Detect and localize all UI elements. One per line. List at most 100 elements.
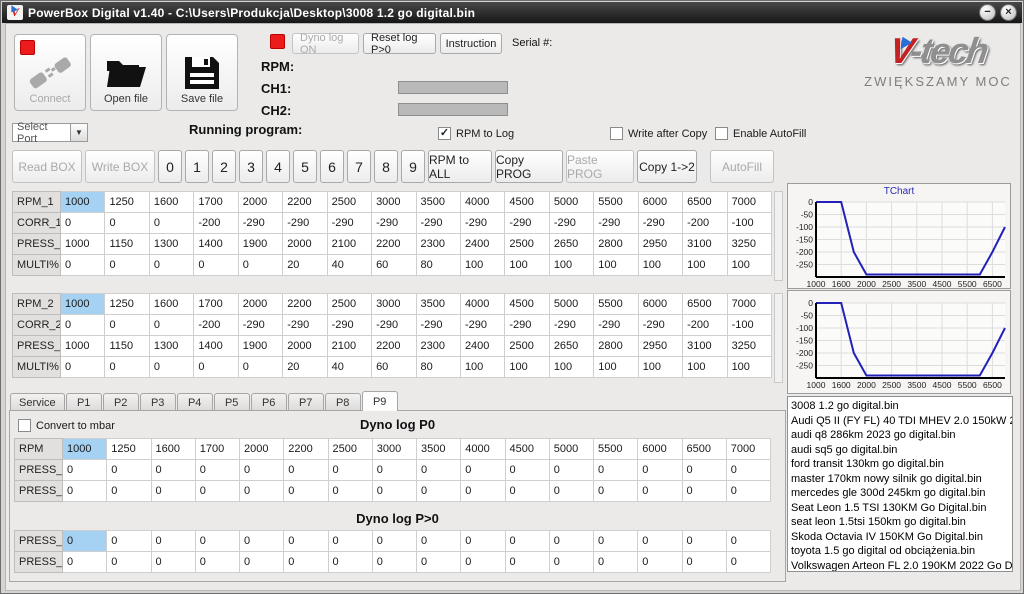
cell-corr_2-12[interactable]: -290 [594, 315, 638, 336]
cell-press_2-5[interactable]: 0 [284, 552, 328, 573]
cell-corr_1-3[interactable]: -200 [194, 213, 238, 234]
cell-press_1-4[interactable]: 0 [240, 460, 284, 481]
cell-rpm-6[interactable]: 2500 [328, 439, 372, 460]
cell-rpm-8[interactable]: 3500 [417, 439, 461, 460]
select-port-dropdown[interactable]: Select Port ▼ [12, 123, 88, 142]
cell-multi%-11[interactable]: 100 [549, 357, 593, 378]
file-list-item[interactable]: ford transit 130km go digital.bin [791, 457, 1012, 472]
cell-press_2-11[interactable]: 0 [549, 481, 593, 502]
cell-rpm-13[interactable]: 6000 [638, 439, 682, 460]
cell-press_2-3[interactable]: 0 [195, 552, 239, 573]
digit-button-8[interactable]: 8 [374, 150, 398, 183]
file-list-item[interactable]: Volkswagen Arteon FL 2.0 190KM 2022 Go D… [791, 559, 1012, 573]
cell-press_1-1[interactable]: 0 [107, 460, 151, 481]
cell-press_1-10[interactable]: 2500 [505, 234, 549, 255]
cell-press_1-4[interactable]: 0 [240, 531, 284, 552]
file-list-item[interactable]: Seat Leon 1.5 TSI 130KM Go Digital.bin [791, 501, 1012, 516]
cell-press_1-9[interactable]: 0 [461, 460, 505, 481]
cell-corr_2-4[interactable]: -290 [238, 315, 282, 336]
dyno-log-on-button[interactable]: Dyno log ON [292, 33, 359, 54]
cell-corr_1-2[interactable]: 0 [149, 213, 193, 234]
cell-rpm-3[interactable]: 1700 [195, 439, 239, 460]
cell-corr_1-9[interactable]: -290 [460, 213, 504, 234]
write-after-copy-checkbox[interactable]: Write after Copy [610, 127, 707, 140]
cell-press_2-4[interactable]: 1900 [238, 336, 282, 357]
cell-press_1-6[interactable]: 2100 [327, 234, 371, 255]
cell-press_2-0[interactable]: 0 [63, 481, 107, 502]
digit-button-3[interactable]: 3 [239, 150, 263, 183]
cell-corr_1-12[interactable]: -290 [594, 213, 638, 234]
cell-press_1-13[interactable]: 0 [638, 460, 682, 481]
cell-multi%-0[interactable]: 0 [61, 357, 105, 378]
cell-multi%-0[interactable]: 0 [61, 255, 105, 276]
cell-corr_2-3[interactable]: -200 [194, 315, 238, 336]
digit-button-0[interactable]: 0 [158, 150, 182, 183]
cell-press_2-2[interactable]: 1300 [149, 336, 193, 357]
cell-corr_2-1[interactable]: 0 [105, 315, 149, 336]
cell-rpm_2-4[interactable]: 2000 [238, 294, 282, 315]
cell-press_1-8[interactable]: 2300 [416, 234, 460, 255]
cell-press_2-12[interactable]: 0 [594, 481, 638, 502]
cell-press_1-6[interactable]: 0 [328, 460, 372, 481]
cell-press_1-12[interactable]: 2800 [594, 234, 638, 255]
cell-press_2-4[interactable]: 0 [240, 552, 284, 573]
cell-press_1-15[interactable]: 3250 [727, 234, 771, 255]
read-box-button[interactable]: Read BOX [12, 150, 82, 183]
cell-press_2-8[interactable]: 0 [417, 552, 461, 573]
cell-press_1-2[interactable]: 0 [151, 531, 195, 552]
file-list-item[interactable]: mercedes gle 300d 245km go digital.bin [791, 486, 1012, 501]
cell-corr_1-14[interactable]: -200 [683, 213, 727, 234]
cell-multi%-7[interactable]: 60 [372, 357, 416, 378]
cell-multi%-4[interactable]: 0 [238, 357, 282, 378]
cell-press_1-11[interactable]: 0 [549, 531, 593, 552]
cell-press_2-15[interactable]: 0 [726, 552, 770, 573]
cell-rpm_2-12[interactable]: 5500 [594, 294, 638, 315]
cell-rpm-7[interactable]: 3000 [372, 439, 416, 460]
cell-press_1-10[interactable]: 0 [505, 531, 549, 552]
tab-p4[interactable]: P4 [177, 393, 213, 411]
cell-corr_2-14[interactable]: -200 [683, 315, 727, 336]
cell-multi%-1[interactable]: 0 [105, 357, 149, 378]
cell-press_2-7[interactable]: 0 [372, 552, 416, 573]
cell-press_1-12[interactable]: 0 [594, 531, 638, 552]
cell-press_2-5[interactable]: 2000 [283, 336, 327, 357]
cell-press_2-0[interactable]: 1000 [61, 336, 105, 357]
table2-scrollbar[interactable] [774, 293, 783, 383]
cell-press_2-8[interactable]: 0 [417, 481, 461, 502]
cell-rpm_2-15[interactable]: 7000 [727, 294, 771, 315]
paste-prog-button[interactable]: Paste PROG [566, 150, 634, 183]
cell-rpm_1-5[interactable]: 2200 [283, 192, 327, 213]
file-list-item[interactable]: master 170km nowy silnik go digital.bin [791, 472, 1012, 487]
cell-rpm_1-9[interactable]: 4000 [460, 192, 504, 213]
cell-press_2-12[interactable]: 0 [594, 552, 638, 573]
cell-press_2-1[interactable]: 0 [107, 552, 151, 573]
cell-press_1-15[interactable]: 0 [726, 531, 770, 552]
tab-p7[interactable]: P7 [288, 393, 324, 411]
file-list-item[interactable]: 3008 1.2 go digital.bin [791, 399, 1012, 414]
cell-press_2-9[interactable]: 0 [461, 481, 505, 502]
cell-rpm_1-14[interactable]: 6500 [683, 192, 727, 213]
chevron-down-icon[interactable]: ▼ [70, 124, 87, 141]
file-list-item[interactable]: audi sq5 go digital.bin [791, 443, 1012, 458]
cell-corr_2-7[interactable]: -290 [372, 315, 416, 336]
cell-multi%-5[interactable]: 20 [283, 255, 327, 276]
cell-corr_1-5[interactable]: -290 [283, 213, 327, 234]
cell-press_2-7[interactable]: 2200 [372, 336, 416, 357]
cell-corr_1-4[interactable]: -290 [238, 213, 282, 234]
close-button[interactable]: × [1000, 4, 1017, 21]
cell-rpm_1-15[interactable]: 7000 [727, 192, 771, 213]
cell-rpm-4[interactable]: 2000 [240, 439, 284, 460]
instruction-button[interactable]: Instruction [440, 33, 502, 54]
cell-press_2-1[interactable]: 1150 [105, 336, 149, 357]
cell-press_2-3[interactable]: 1400 [194, 336, 238, 357]
cell-rpm_1-13[interactable]: 6000 [638, 192, 682, 213]
cell-rpm-14[interactable]: 6500 [682, 439, 726, 460]
cell-rpm_1-11[interactable]: 5000 [549, 192, 593, 213]
digit-button-2[interactable]: 2 [212, 150, 236, 183]
cell-press_1-0[interactable]: 0 [63, 531, 107, 552]
digit-button-4[interactable]: 4 [266, 150, 290, 183]
tab-p1[interactable]: P1 [66, 393, 102, 411]
cell-press_1-6[interactable]: 0 [328, 531, 372, 552]
cell-rpm_1-3[interactable]: 1700 [194, 192, 238, 213]
cell-press_2-12[interactable]: 2800 [594, 336, 638, 357]
